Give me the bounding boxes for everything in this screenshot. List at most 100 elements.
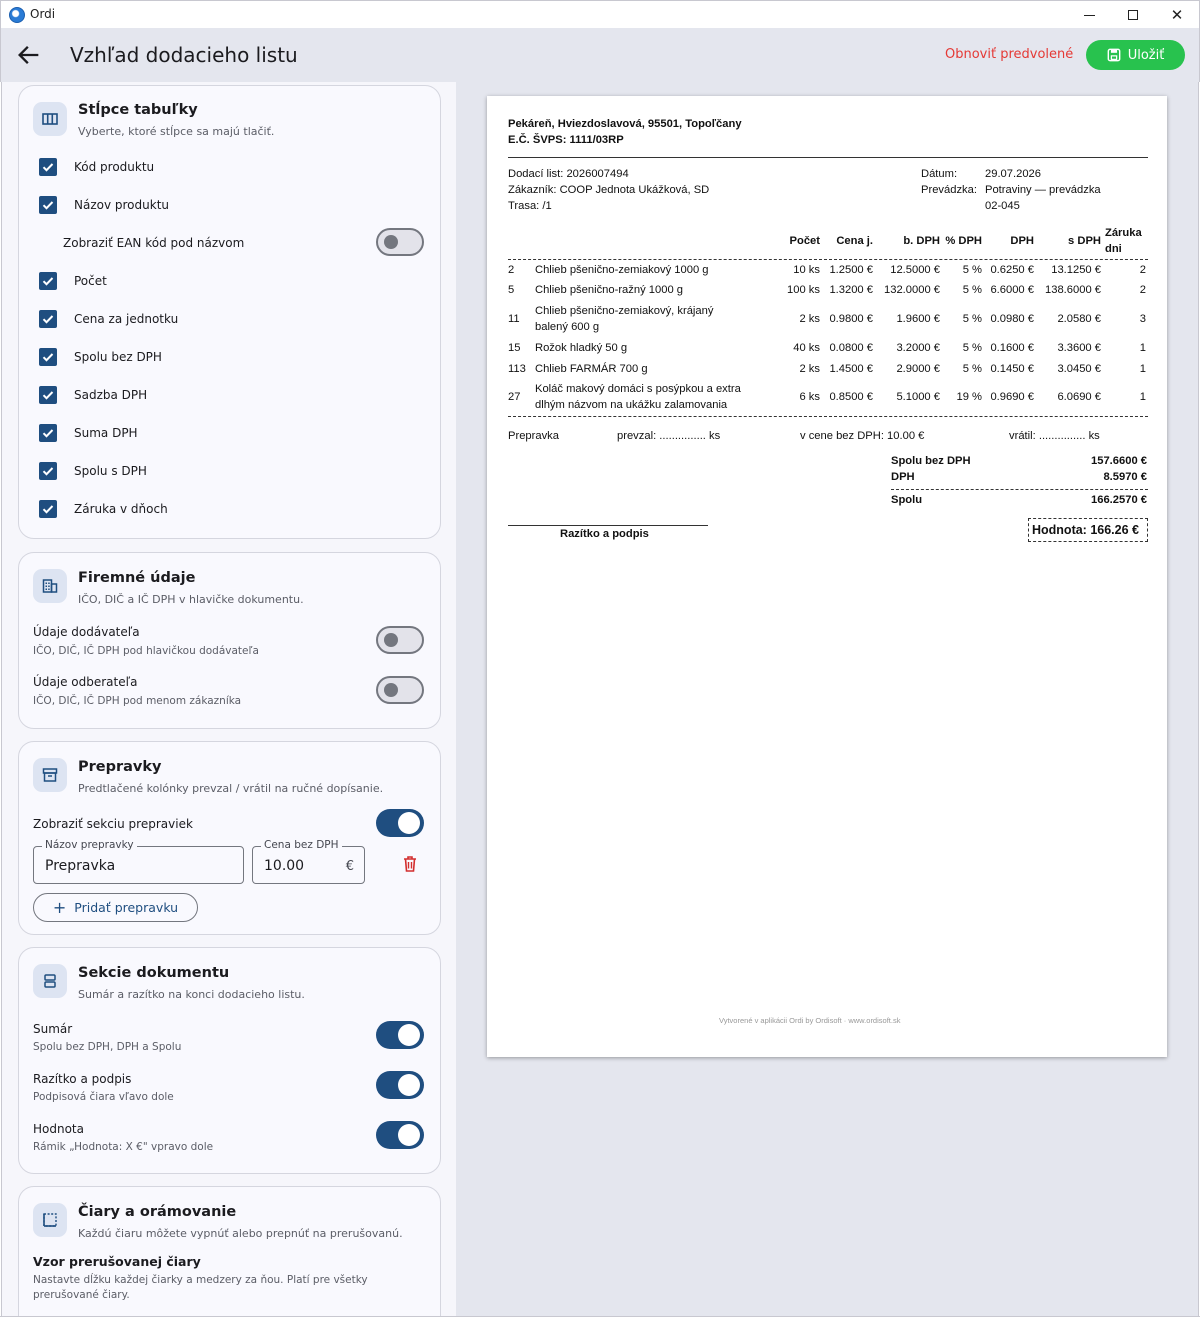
toggle-supplier-details[interactable] [376,626,424,654]
toggle-show-ean[interactable] [376,228,424,256]
doc-row-rate: 5 % [962,264,982,276]
doc-row-unit: 1.2500 € [829,264,873,276]
doc-row-vat: 0.1600 € [990,342,1034,354]
doc-row-code: 2 [508,264,515,276]
back-button[interactable] [15,41,43,69]
doc-sum-vat-label: DPH [891,471,915,483]
add-crate-button[interactable]: + Pridať prepravku [33,893,198,922]
reset-defaults-button[interactable]: Obnoviť predvolené [945,47,1073,62]
toggle-summary[interactable] [376,1021,424,1049]
app-name: Ordi [30,7,56,21]
close-window-button[interactable]: ✕ [1155,1,1199,29]
check-icon [42,391,54,400]
checkbox-product-code[interactable] [39,158,57,176]
doc-row-count: 40 ks [793,342,820,354]
doc-delivery-note-number: Dodací list: 2026007494 [508,168,629,180]
checkbox-product-name[interactable] [39,196,57,214]
doc-row-vat: 0.6250 € [990,264,1034,276]
crate-name-field[interactable]: Názov prepravky Prepravka [33,839,244,884]
doc-row-count: 2 ks [799,313,820,325]
doc-customer: Zákazník: COOP Jednota Ukážková, SD [508,184,710,196]
doc-row-gross: 3.3600 € [1057,342,1101,354]
doc-row-code: 5 [508,284,515,296]
maximize-icon [1128,10,1138,20]
toggle-show-crates[interactable] [376,809,424,837]
checkbox-warranty-days[interactable] [39,500,57,518]
label-customer-details: Údaje odberateľa [33,675,138,689]
toggle-value-box[interactable] [376,1121,424,1149]
doc-row-net: 3.2000 € [896,342,940,354]
checkbox-total-net[interactable] [39,348,57,366]
doc-footer: Vytvorené v aplikácii Ordi by Ordisoft ·… [719,1016,901,1025]
doc-store-label: Prevádzka: [921,184,977,196]
archive-icon [33,758,67,792]
doc-signature-line [508,525,708,526]
checkbox-total-gross[interactable] [39,462,57,480]
doc-row-code: 113 [508,363,526,375]
check-icon [42,505,54,514]
sub-customer-details: IČO, DIČ, IČ DPH pod menom zákazníka [33,695,242,707]
doc-table-header-line [508,259,1148,260]
dash-pattern-sub-1: Nastavte dĺžku každej čiarky a medzery z… [33,1274,368,1286]
preview-panel: Pekáreň, Hviezdoslavová, 95501, Topoľčan… [456,82,1199,1317]
doc-row-warranty: 2 [1139,264,1146,276]
save-button[interactable]: Uložiť [1086,40,1185,70]
company-card-title: Firemné údaje [78,570,196,586]
doc-th-vat: DPH [1010,235,1034,247]
doc-row-code: 15 [508,342,521,354]
sections-card: Sekcie dokumentu Sumár a razítko na konc… [18,947,441,1174]
doc-row-gross: 13.1250 € [1051,264,1101,276]
lines-card-title: Čiary a orámovanie [78,1204,237,1220]
settings-panel[interactable]: Stĺpce tabuľky Vyberte, ktoré stĺpce sa … [1,82,456,1317]
company-card-subtitle: IČO, DIČ a IČ DPH v hlavičke dokumentu. [78,593,304,606]
minimize-button[interactable] [1067,1,1111,29]
doc-row-name: Rožok hladký 50 g [535,342,628,354]
doc-th-unit-price: Cena j. [836,235,873,247]
doc-row-gross: 3.0450 € [1057,363,1101,375]
add-crate-label: Pridať prepravku [74,900,179,915]
checkbox-vat-rate[interactable] [39,386,57,404]
check-icon [42,353,54,362]
crate-price-field[interactable]: Cena bez DPH 10.00 € [252,839,365,884]
border-style-icon [33,1203,67,1237]
doc-crate-received: prevzal: ............... ks [617,430,721,442]
maximize-button[interactable] [1111,1,1155,29]
doc-row-warranty: 3 [1139,313,1146,325]
check-icon [42,163,54,172]
label-product-name: Názov produktu [74,198,169,212]
doc-row-net: 5.1000 € [896,391,940,403]
label-unit-price: Cena za jednotku [74,312,179,326]
doc-row-warranty: 1 [1139,363,1146,375]
toggle-stamp[interactable] [376,1071,424,1099]
label-stamp: Razítko a podpis [33,1072,132,1086]
doc-sum-total-label: Spolu [891,494,923,506]
checkbox-vat-amount[interactable] [39,424,57,442]
delete-crate-button[interactable] [402,855,418,873]
doc-th-net: b. DPH [903,235,940,247]
doc-store-value: Potraviny — prevádzka [985,184,1101,196]
checkbox-unit-price[interactable] [39,310,57,328]
minimize-icon [1083,14,1095,16]
doc-th-count: Počet [789,235,820,247]
check-icon [42,277,54,286]
doc-row-unit: 0.8500 € [829,391,873,403]
crates-card-subtitle: Predtlačené kolónky prevzal / vrátil na … [78,782,384,795]
doc-row-net: 1.9600 € [896,313,940,325]
doc-stamp-label: Razítko a podpis [560,528,649,540]
doc-row-unit: 0.9800 € [829,313,873,325]
doc-th-vat-rate: % DPH [945,235,982,247]
doc-value-text: Hodnota: 166.26 € [1032,523,1139,537]
doc-row-name: Chlieb FARMÁR 700 g [535,363,648,375]
doc-row-net: 132.0000 € [884,284,940,296]
sub-stamp: Podpisová čiara vľavo dole [33,1091,174,1103]
crate-name-value: Prepravka [45,858,116,874]
sections-icon [33,964,67,998]
doc-row-vat: 0.9690 € [990,391,1034,403]
doc-row-unit: 1.3200 € [829,284,873,296]
toggle-customer-details[interactable] [376,676,424,704]
doc-summary-line [891,489,1148,490]
doc-row-name: Chlieb pšenično-zemiakový 1000 g [535,264,709,276]
checkbox-count[interactable] [39,272,57,290]
doc-row-warranty: 1 [1139,391,1146,403]
doc-row-count: 100 ks [787,284,820,296]
